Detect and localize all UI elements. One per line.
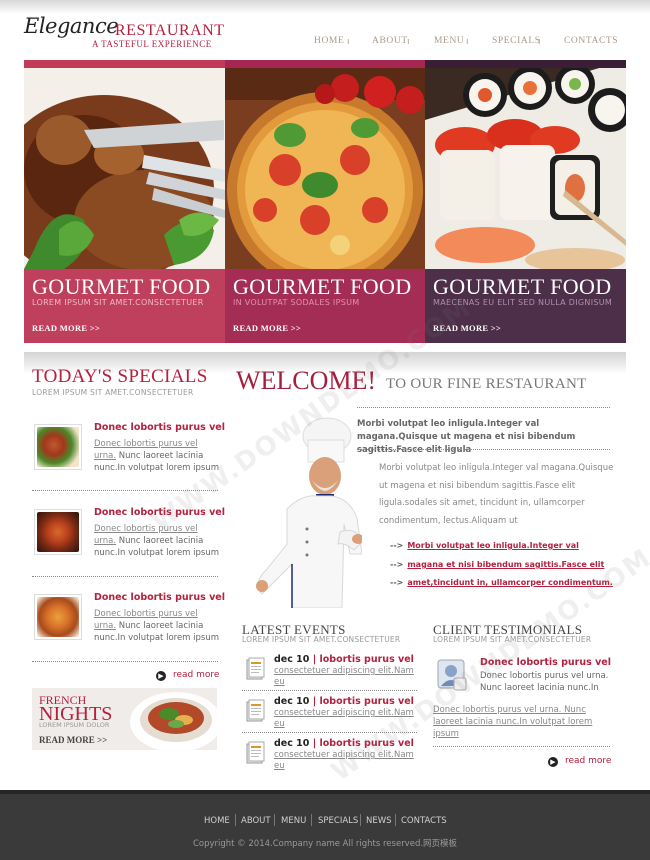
document-icon: [246, 657, 265, 680]
footer-nav-menu[interactable]: MENU: [281, 816, 306, 826]
nav-contacts[interactable]: CONTACTS: [564, 36, 618, 46]
event-heading[interactable]: dec 10 | lobortis purus vel: [274, 696, 414, 707]
special-link[interactable]: Donec lobortis purus vel: [94, 439, 198, 449]
footer-separator: [311, 814, 312, 826]
special-link[interactable]: Donec lobortis purus vel: [94, 609, 198, 619]
special-link[interactable]: urna.: [94, 621, 116, 631]
nav-separator: ı: [347, 37, 350, 47]
page: Elegance RESTAURANT A TASTEFUL EXPERIENC…: [0, 0, 650, 860]
banner-subtitle: LOREM IPSUM SIT AMET.CONSECTETUER: [32, 298, 204, 307]
banner-strip: [425, 60, 626, 68]
welcome-link[interactable]: --> Morbi volutpat leo inligula.Integer v…: [390, 541, 579, 550]
testimonials-read-more[interactable]: read more: [565, 756, 611, 766]
banner-panel-pizza[interactable]: GOURMET FOOD IN VOLUTPAT SODALES IPSUM R…: [225, 60, 425, 343]
special-item: Donec lobortis purus vel Donec lobortis …: [32, 592, 225, 662]
pizza-image: [225, 60, 425, 288]
arrow-right-icon: ▶: [548, 757, 558, 767]
footer-nav-about[interactable]: ABOUT: [241, 816, 271, 826]
nav-home[interactable]: HOME: [314, 36, 344, 46]
special-text: nunc.In volutpat lorem ipsum: [94, 463, 220, 473]
testimonial-link[interactable]: Donec lobortis purus vel urna. Nunc laor…: [433, 704, 613, 740]
steak-image: [24, 60, 225, 285]
welcome-link[interactable]: --> magana et nisi bibendum sagittis.Fasc…: [390, 560, 604, 569]
footer-nav-home[interactable]: HOME: [204, 816, 230, 826]
special-link[interactable]: urna.: [94, 451, 116, 461]
banner-strip: [24, 60, 225, 68]
specials-read-more[interactable]: read more: [173, 670, 219, 680]
banner-read-more[interactable]: READ MORE >>: [32, 323, 100, 333]
special-text: nunc.In volutpat lorem ipsum: [94, 633, 220, 643]
banner: GOURMET FOOD LOREM IPSUM SIT AMET.CONSEC…: [24, 60, 626, 343]
banner-strip: [225, 60, 425, 68]
special-thumbnail[interactable]: [34, 594, 82, 640]
logo-word: RESTAURANT: [115, 22, 225, 39]
special-text: nunc.In volutpat lorem ipsum: [94, 548, 220, 558]
banner-read-more[interactable]: READ MORE >>: [233, 323, 301, 333]
footer-separator: [395, 814, 396, 826]
event-link[interactable]: eu: [274, 719, 285, 729]
dotted-divider: [32, 661, 218, 662]
sushi-image: [425, 60, 626, 272]
top-gradient: [0, 0, 650, 14]
nav-separator: ı: [466, 37, 469, 47]
arrow-right-icon: ▶: [156, 671, 166, 681]
special-link[interactable]: Donec lobortis purus vel: [94, 524, 198, 534]
logo-tagline: A TASTEFUL EXPERIENCE: [92, 39, 212, 49]
event-link[interactable]: consectetuer adipiscing elit.Nam: [274, 666, 414, 676]
welcome-body-text: Morbi volutpat leo inligula.Integer val …: [379, 463, 614, 526]
footer-separator: [235, 814, 236, 826]
event-link[interactable]: eu: [274, 761, 285, 771]
document-icon: [246, 741, 265, 764]
logo[interactable]: Elegance RESTAURANT A TASTEFUL EXPERIENC…: [24, 14, 224, 54]
special-heading[interactable]: Donec lobortis purus vel: [94, 592, 225, 603]
nav-about[interactable]: ABOUT: [372, 36, 408, 46]
dotted-divider: [32, 576, 218, 577]
french-nights-read-more[interactable]: READ MORE >>: [39, 735, 107, 745]
special-link[interactable]: urna.: [94, 536, 116, 546]
main-nav: HOME ı ABOUT ı MENU ı SPECIALS ı CONTACT…: [300, 36, 625, 50]
dotted-divider: [357, 407, 610, 408]
dotted-divider: [357, 449, 610, 450]
specials-subtitle: LOREM IPSUM SIT AMET.CONSECTETUER: [32, 388, 194, 397]
nav-specials[interactable]: SPECIALS: [492, 36, 541, 46]
special-thumbnail[interactable]: [34, 424, 82, 470]
banner-title: GOURMET FOOD: [233, 274, 412, 299]
nav-menu[interactable]: MENU: [434, 36, 464, 46]
nav-separator: ı: [407, 37, 410, 47]
document-icon: [246, 699, 265, 722]
french-nights-banner[interactable]: FRENCH NIGHTS LOREM IPSUM DOLOR READ MOR…: [32, 688, 217, 750]
footer-nav-contacts[interactable]: CONTACTS: [401, 816, 447, 826]
special-text: urna. Nunc laoreet lacinia: [94, 536, 204, 546]
footer-nav-specials[interactable]: SPECIALS: [318, 816, 358, 826]
special-thumbnail[interactable]: [34, 509, 82, 555]
copyright-text: Copyright © 2014.Company name All rights…: [192, 839, 458, 849]
special-text: urna. Nunc laoreet lacinia: [94, 451, 204, 461]
banner-subtitle: IN VOLUTPAT SODALES IPSUM: [233, 298, 360, 307]
footer-nav-news[interactable]: NEWS: [366, 816, 392, 826]
banner-title: GOURMET FOOD: [32, 274, 211, 299]
footer-separator: [360, 814, 361, 826]
special-text: urna. Nunc laoreet lacinia: [94, 621, 204, 631]
welcome-subheading: TO OUR FINE RESTAURANT: [386, 376, 587, 392]
nav-separator: ı: [538, 37, 541, 47]
dotted-divider: [433, 746, 610, 747]
specials-title: TODAY'S SPECIALS: [32, 366, 208, 387]
dotted-divider: [242, 690, 417, 691]
events-subtitle: LOREM IPSUM SIT AMET.CONSECTETUER: [242, 635, 401, 644]
plate-image: [130, 692, 217, 750]
special-heading[interactable]: Donec lobortis purus vel: [94, 422, 225, 433]
logo-script: Elegance: [24, 14, 119, 38]
french-nights-line3: LOREM IPSUM DOLOR: [39, 721, 110, 729]
footer: HOME ABOUT MENU SPECIALS NEWS CONTACTS C…: [0, 790, 650, 860]
footer-separator: [274, 814, 275, 826]
event-link[interactable]: eu: [274, 677, 285, 687]
banner-panel-steak[interactable]: GOURMET FOOD LOREM IPSUM SIT AMET.CONSEC…: [24, 60, 225, 343]
welcome-lead-text: Morbi volutpat leo inligula.Integer val …: [357, 419, 576, 455]
event-heading[interactable]: dec 10 | lobortis purus vel: [274, 654, 414, 665]
